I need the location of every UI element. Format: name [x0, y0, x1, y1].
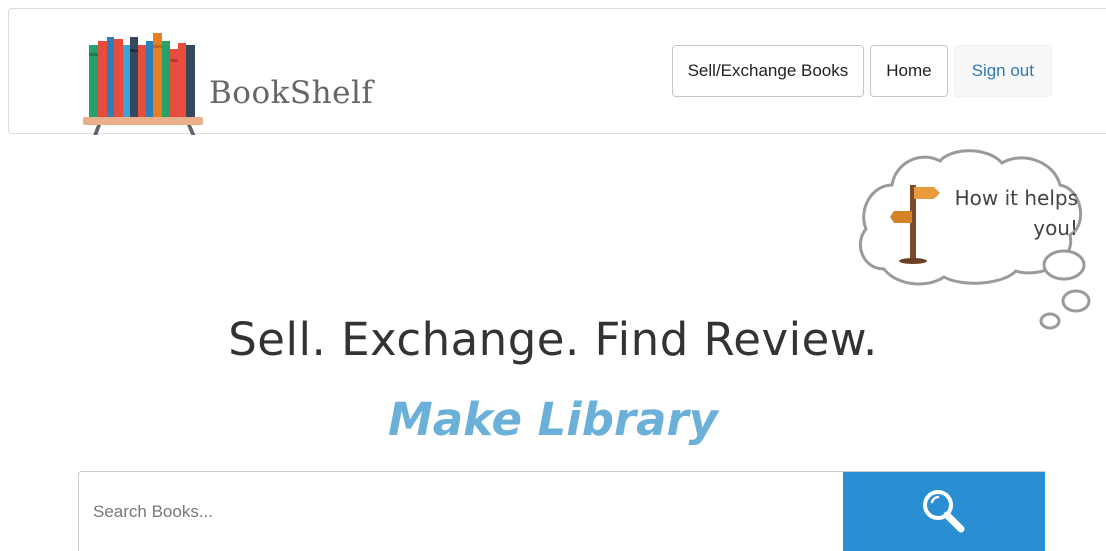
- how-it-helps-text: How it helps you!: [938, 183, 1078, 243]
- bookshelf-icon: [83, 33, 203, 135]
- help-line-1: How it helps: [954, 186, 1078, 210]
- how-it-helps-bubble[interactable]: How it helps you!: [852, 143, 1102, 333]
- brand-logo[interactable]: BookShelf: [79, 23, 409, 135]
- sell-exchange-button[interactable]: Sell/Exchange Books: [671, 45, 865, 97]
- help-line-2: you!: [1033, 216, 1078, 240]
- hero-subtitle: Make Library: [387, 393, 719, 446]
- search-button[interactable]: [843, 472, 1045, 551]
- nav-links: Sell/Exchange Books Home Sign out: [671, 45, 1052, 97]
- search-bar: [78, 471, 1045, 551]
- navbar: BookShelf Sell/Exchange Books Home Sign …: [8, 8, 1106, 135]
- home-button[interactable]: Home: [870, 45, 948, 97]
- search-icon: [923, 489, 965, 532]
- sign-out-button[interactable]: Sign out: [953, 45, 1052, 97]
- hero-title: Sell. Exchange. Find Review.: [228, 313, 878, 366]
- signpost-icon: [890, 185, 940, 264]
- search-input[interactable]: [79, 472, 843, 551]
- brand-name: BookShelf: [209, 75, 374, 111]
